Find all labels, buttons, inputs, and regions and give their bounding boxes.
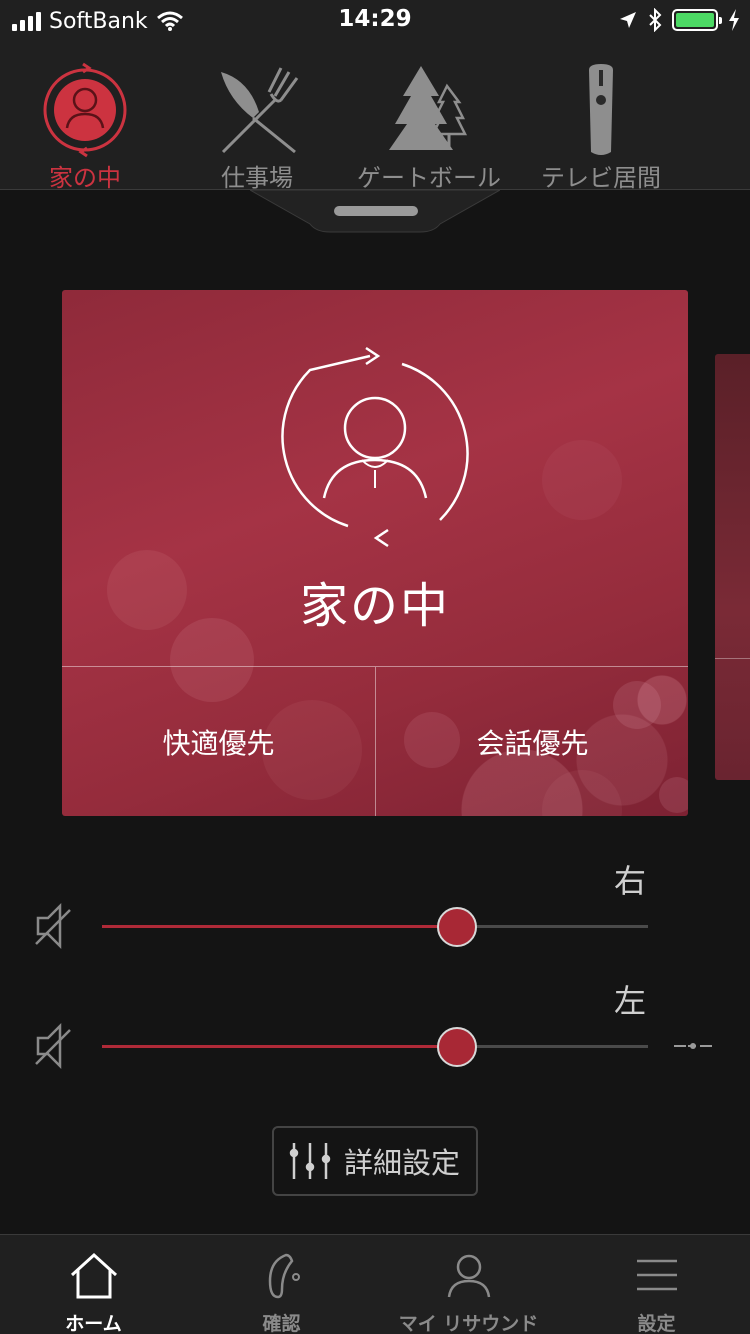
link-sliders-icon[interactable] bbox=[672, 1036, 714, 1056]
program-item-work[interactable]: 仕事場 bbox=[172, 40, 342, 189]
detail-settings-button[interactable]: 詳細設定 bbox=[272, 1126, 478, 1196]
user-icon bbox=[447, 1254, 490, 1298]
person-cycle-icon bbox=[43, 62, 127, 158]
remote-control-icon bbox=[589, 64, 613, 155]
card-title: 家の中 bbox=[299, 578, 450, 634]
trees-icon bbox=[389, 66, 468, 150]
tab-home[interactable]: ホーム bbox=[0, 1235, 187, 1334]
bluetooth-icon bbox=[649, 8, 662, 32]
tab-label: マイ リサウンド bbox=[398, 1313, 539, 1334]
handle-bar bbox=[334, 206, 418, 216]
location-arrow-icon bbox=[620, 12, 636, 28]
comfort-priority-button[interactable]: 快適優先 bbox=[62, 667, 375, 816]
collapse-handle[interactable] bbox=[250, 190, 500, 234]
menu-icon bbox=[636, 1259, 677, 1291]
tab-my-resound[interactable]: マイ リサウンド bbox=[375, 1235, 562, 1334]
next-program-card[interactable] bbox=[715, 354, 750, 780]
detail-settings-label: 詳細設定 bbox=[344, 1146, 461, 1180]
hearing-aid-icon bbox=[268, 1253, 300, 1299]
program-item-gateball[interactable]: ゲートボール bbox=[344, 40, 514, 189]
person-cycle-icon bbox=[281, 346, 469, 548]
left-ear-label: 左 bbox=[614, 982, 647, 1020]
right-ear-label: 右 bbox=[614, 862, 647, 900]
program-selector: 家の中 仕事場 ゲートボール テレビ居間 テレ bbox=[0, 40, 750, 190]
tab-label: ホーム bbox=[65, 1313, 122, 1334]
speaker-mute-icon[interactable] bbox=[34, 1022, 74, 1070]
battery-icon bbox=[672, 9, 722, 31]
home-icon bbox=[70, 1252, 117, 1299]
equalizer-icon bbox=[289, 1143, 331, 1179]
program-item-home[interactable]: 家の中 bbox=[0, 40, 170, 189]
program-item-tv-living[interactable]: テレビ居間 bbox=[516, 40, 686, 189]
charging-bolt-icon bbox=[729, 9, 739, 31]
program-label: テレ bbox=[668, 158, 750, 189]
slider-fill bbox=[102, 1045, 457, 1048]
slider-thumb[interactable] bbox=[437, 1027, 477, 1067]
left-volume-slider[interactable] bbox=[102, 1026, 648, 1067]
knife-fork-icon bbox=[221, 67, 299, 154]
speech-priority-button[interactable]: 会話優先 bbox=[376, 667, 688, 816]
tab-label: 設定 bbox=[637, 1313, 676, 1334]
speaker-icon bbox=[725, 62, 750, 158]
tab-bar: ホーム 確認 マイ リサウンド 設定 bbox=[0, 1234, 750, 1334]
program-card[interactable]: 家の中 快適優先 会話優先 bbox=[62, 290, 688, 816]
slider-fill bbox=[102, 925, 457, 928]
right-volume-slider[interactable] bbox=[102, 906, 648, 947]
status-bar: SoftBank 14:29 bbox=[0, 0, 750, 40]
tab-check[interactable]: 確認 bbox=[188, 1235, 375, 1334]
program-item-tv-2[interactable]: テレ bbox=[688, 40, 750, 189]
speaker-mute-icon[interactable] bbox=[34, 902, 74, 950]
slider-thumb[interactable] bbox=[437, 907, 477, 947]
tab-label: 確認 bbox=[262, 1313, 301, 1334]
tab-settings[interactable]: 設定 bbox=[563, 1235, 750, 1334]
